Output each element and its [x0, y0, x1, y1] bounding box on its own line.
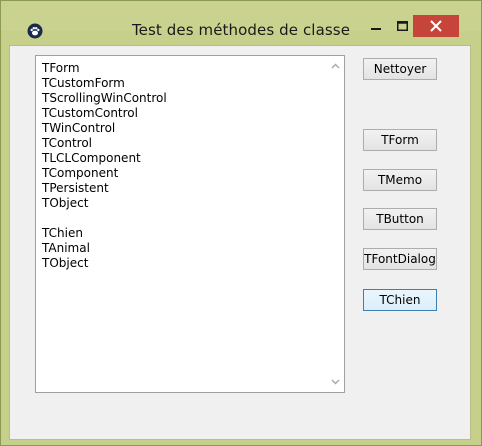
memo-line: TWinControl — [42, 121, 116, 135]
memo-line — [42, 211, 326, 226]
minimize-button[interactable] — [363, 15, 389, 37]
memo-line: TObject — [42, 196, 89, 210]
memo-scrollbar[interactable] — [327, 56, 344, 392]
memo-line: TObject — [42, 256, 89, 270]
tchien-button[interactable]: TChien — [363, 289, 437, 311]
memo-line: TForm — [42, 61, 80, 75]
memo-line: TComponent — [42, 166, 119, 180]
memo-line: TScrollingWinControl — [42, 91, 167, 105]
maximize-button[interactable] — [389, 15, 415, 37]
scroll-up-button[interactable] — [327, 59, 344, 73]
memo-line: TCustomControl — [42, 106, 138, 120]
memo-line: TChien — [42, 226, 83, 240]
tform-button[interactable]: TForm — [363, 129, 437, 151]
tfontdialog-button[interactable]: TFontDialog — [363, 248, 437, 270]
nettoyer-button[interactable]: Nettoyer — [363, 58, 437, 80]
scroll-down-icon — [331, 379, 340, 385]
memo-line: TCustomForm — [42, 76, 125, 90]
class-hierarchy-memo[interactable]: TForm TCustomForm TScrollingWinControl T… — [35, 55, 345, 393]
tmemo-button[interactable]: TMemo — [363, 169, 437, 191]
title-bar[interactable]: Test des méthodes de classe — [1, 1, 481, 39]
close-icon — [430, 20, 442, 32]
scroll-up-icon — [331, 63, 340, 69]
minimize-icon — [371, 28, 381, 30]
app-window: Test des méthodes de classe TForm TCusto… — [0, 0, 482, 446]
memo-line: TAnimal — [42, 241, 90, 255]
maximize-icon — [396, 21, 408, 31]
tbutton-button[interactable]: TButton — [363, 208, 437, 230]
memo-line: TPersistent — [42, 181, 109, 195]
memo-lines: TForm TCustomForm TScrollingWinControl T… — [42, 61, 326, 271]
memo-line: TLCLComponent — [42, 151, 141, 165]
scroll-down-button[interactable] — [327, 375, 344, 389]
close-button[interactable] — [413, 15, 459, 37]
memo-line: TControl — [42, 136, 93, 150]
